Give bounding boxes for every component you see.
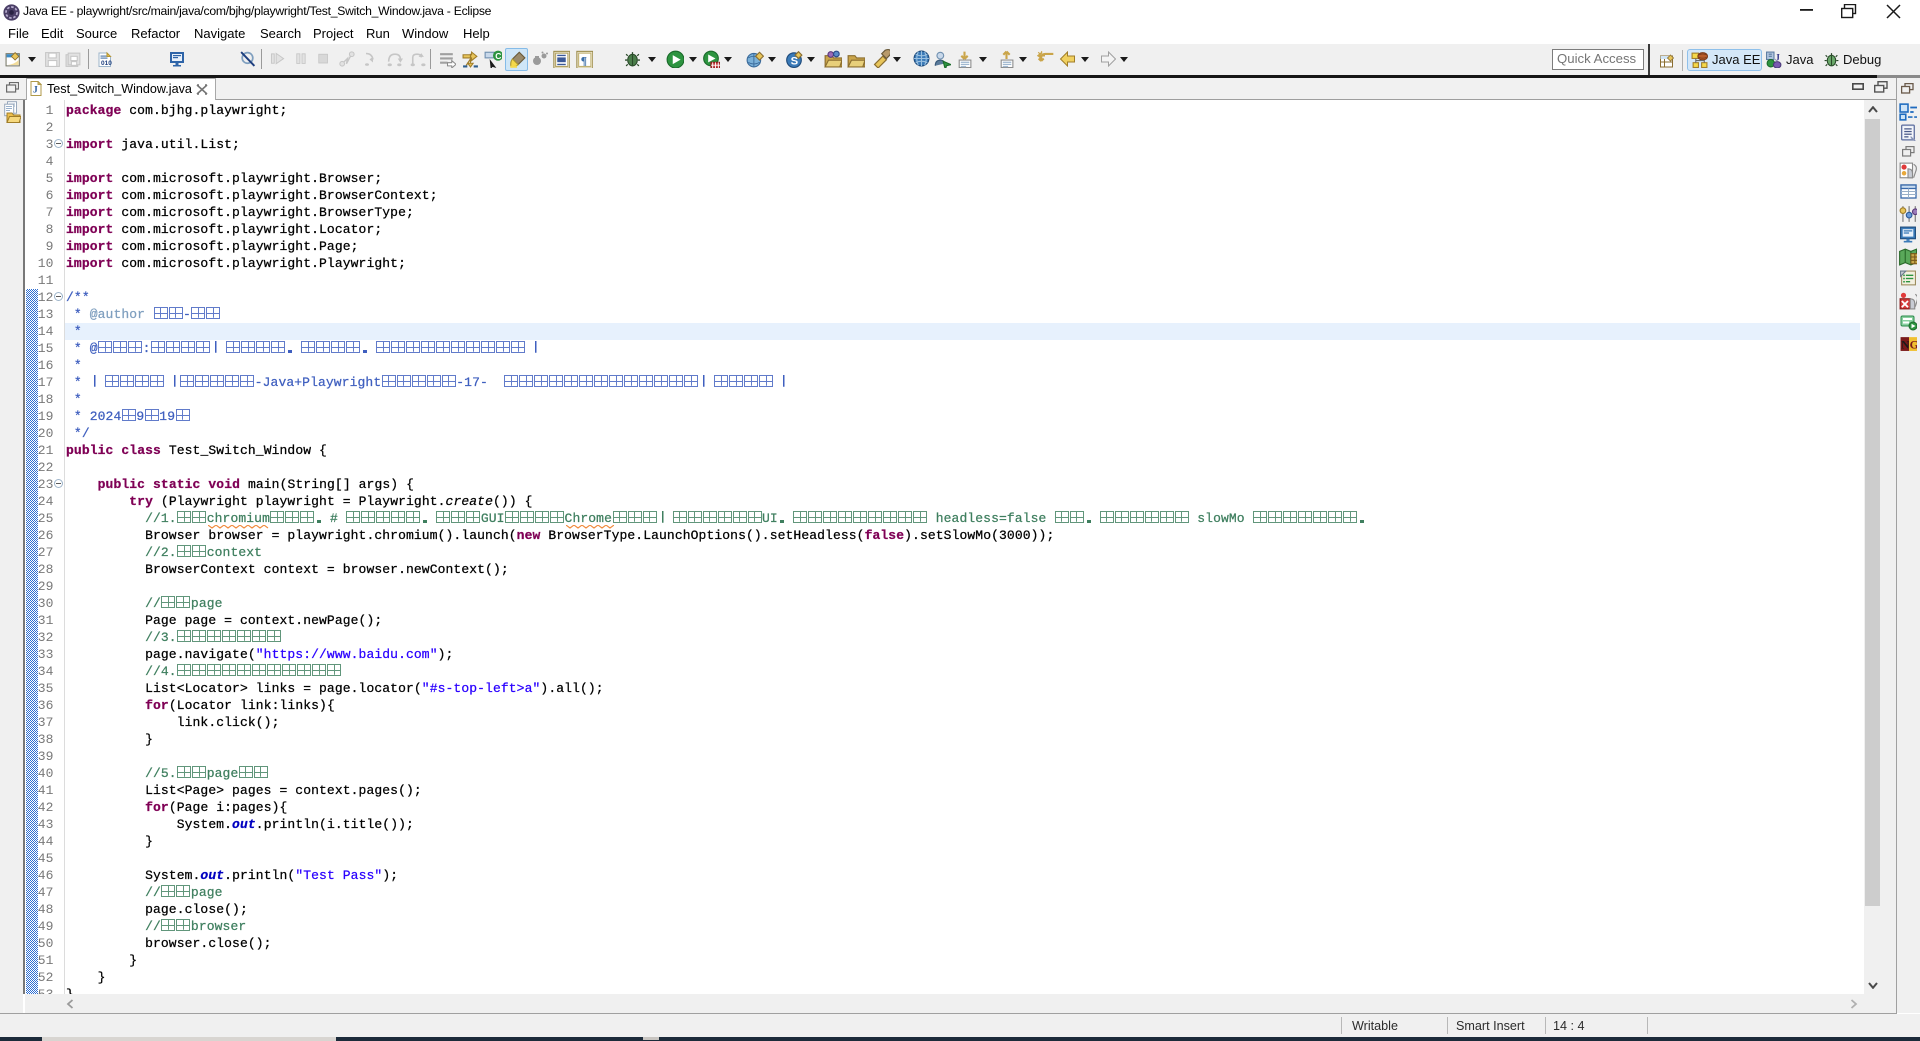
svg-text:010: 010 [101, 60, 112, 67]
svg-text:G: G [1910, 338, 1917, 351]
svg-text:J: J [33, 86, 38, 96]
svg-text:¶: ¶ [581, 54, 587, 67]
svg-text:J: J [1775, 53, 1780, 64]
svg-text:C: C [495, 51, 501, 61]
